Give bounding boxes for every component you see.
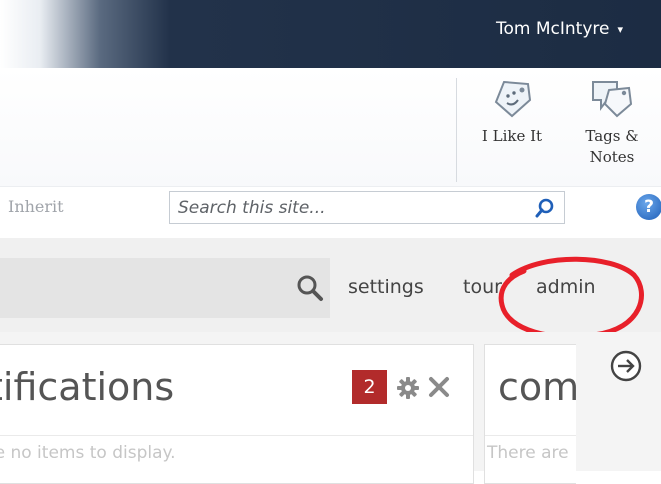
inherit-link[interactable]: Inherit bbox=[8, 197, 64, 216]
nav-search-field[interactable] bbox=[0, 258, 330, 318]
tags-notes-label-line1: Tags & bbox=[585, 127, 639, 145]
card-divider bbox=[0, 435, 473, 436]
site-search-box bbox=[169, 191, 565, 224]
i-like-it-button[interactable]: I Like It bbox=[475, 78, 549, 147]
tags-notes-label-line2: Notes bbox=[589, 148, 635, 166]
gear-icon[interactable] bbox=[396, 376, 420, 400]
arrow-right-circle-icon[interactable] bbox=[609, 349, 643, 383]
magnifier-icon[interactable] bbox=[295, 273, 325, 303]
notifications-card: tifications re no items to display. bbox=[0, 344, 474, 484]
nav-link-tour[interactable]: tour bbox=[463, 276, 502, 298]
tag-smile-icon bbox=[494, 80, 532, 118]
community-card: com There are bbox=[484, 344, 576, 484]
user-menu[interactable]: Tom McIntyre ▾ bbox=[496, 19, 623, 39]
search-icon[interactable] bbox=[534, 197, 556, 219]
ribbon bbox=[0, 68, 661, 186]
nav-link-admin[interactable]: admin bbox=[536, 276, 596, 298]
nav-link-settings[interactable]: settings bbox=[348, 276, 424, 298]
notifications-title: tifications bbox=[0, 365, 175, 409]
community-title: com bbox=[498, 365, 576, 409]
site-search-input[interactable] bbox=[170, 192, 524, 223]
user-name: Tom McIntyre bbox=[496, 19, 610, 39]
ribbon-divider bbox=[456, 78, 457, 182]
community-empty-text: There are bbox=[487, 443, 569, 463]
help-icon[interactable]: ? bbox=[636, 194, 661, 220]
card-divider bbox=[485, 435, 576, 436]
i-like-it-label: I Like It bbox=[481, 127, 543, 145]
tags-notes-icon bbox=[592, 81, 633, 118]
notifications-empty-text: re no items to display. bbox=[0, 443, 176, 463]
close-icon[interactable] bbox=[428, 376, 450, 398]
notification-count-badge: 2 bbox=[352, 370, 387, 404]
tags-and-notes-button[interactable]: Tags & Notes bbox=[572, 78, 652, 168]
chevron-down-icon: ▾ bbox=[617, 22, 623, 36]
